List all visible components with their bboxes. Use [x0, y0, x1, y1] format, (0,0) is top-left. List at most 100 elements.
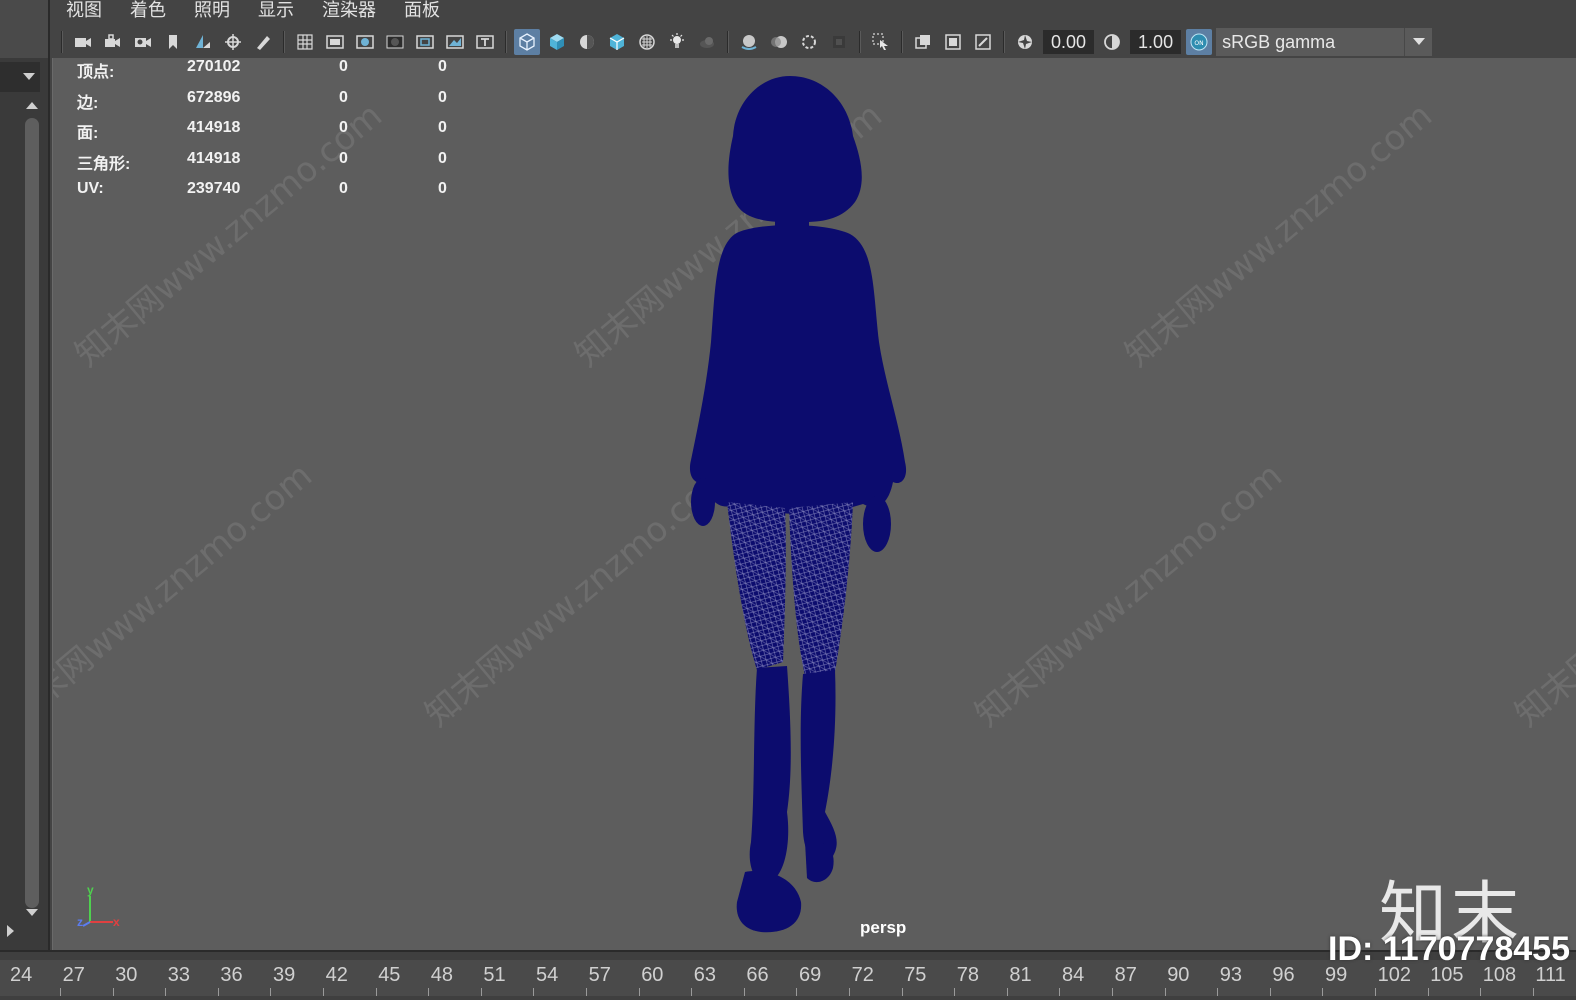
timeline-tick-label: 93 [1219, 964, 1243, 986]
asset-id-label: ID: 1170778455 [1328, 930, 1570, 968]
hud-value: 0 [339, 180, 348, 197]
hud-value: 239740 [187, 180, 241, 197]
xray-button[interactable] [910, 29, 936, 55]
hud-value: 0 [438, 58, 447, 75]
hud-row-triangles: 三角形: 414918 0 0 [77, 150, 477, 181]
field-chart-button[interactable] [412, 29, 438, 55]
camera-attributes-button[interactable] [130, 29, 156, 55]
safe-action-button[interactable] [442, 29, 468, 55]
timeline-tick-label: 60 [641, 964, 664, 986]
xray-active-components-button[interactable] [940, 29, 966, 55]
exposure-button[interactable] [1012, 29, 1038, 55]
isolate-select-button[interactable] [868, 29, 894, 55]
timeline-tick-mark [1480, 988, 1482, 996]
toolbar-separator [61, 31, 63, 53]
timeline-tick-mark [428, 988, 430, 996]
timeline-tick-label: 78 [956, 964, 980, 986]
hud-label: 边: [77, 94, 99, 112]
bookmark-button[interactable] [160, 29, 186, 55]
timeline-tick-mark [270, 988, 272, 996]
scroll-down-icon[interactable] [25, 908, 39, 918]
shaded-cube-icon [550, 34, 564, 50]
resolution-gate-button[interactable] [352, 29, 378, 55]
color-management-toggle[interactable]: ON [1186, 29, 1213, 55]
exposure-field[interactable]: 0.00 [1043, 30, 1095, 54]
timeline-tick-mark [1532, 988, 1534, 996]
expand-right-icon[interactable] [6, 924, 16, 938]
timeline-tick-mark [165, 988, 167, 996]
xray-icon [915, 35, 930, 49]
grease-pencil-button[interactable] [250, 29, 276, 55]
watermark: 知末网www.znzmo.com [1117, 95, 1440, 375]
timeline-tick-label: 27 [62, 964, 85, 986]
shadows-button[interactable] [694, 29, 720, 55]
resolution-gate-icon [356, 35, 374, 49]
image-plane-button[interactable] [190, 29, 216, 55]
timeline-tick-mark [1269, 988, 1271, 996]
timeline-tick-mark [112, 988, 114, 996]
hud-value: 414918 [187, 119, 241, 136]
timeline-tick-label: 63 [693, 964, 717, 986]
grid-toggle-button[interactable] [292, 29, 318, 55]
hud-value: 0 [438, 88, 447, 106]
hud-value: 0 [438, 119, 447, 136]
default-material-button[interactable] [574, 29, 600, 55]
timeline-tick-label: 66 [746, 964, 769, 986]
safe-title-button[interactable] [472, 29, 498, 55]
watermark: 知末网www.znzmo.com [967, 455, 1290, 735]
gamma-field[interactable]: 1.00 [1130, 30, 1182, 54]
view-transform-dropdown-arrow[interactable] [1404, 28, 1432, 56]
multisample-aa-button[interactable] [796, 29, 822, 55]
view-transform-select[interactable]: sRGB gamma [1216, 28, 1433, 56]
menu-renderer[interactable]: 渲染器 [308, 0, 390, 26]
left-scrollbar-thumb[interactable] [25, 118, 39, 908]
model-right-boot [800, 670, 837, 864]
menu-view[interactable]: 视图 [52, 0, 116, 26]
wireframe-on-shaded-button[interactable] [604, 29, 630, 55]
wireframe-character-model[interactable] [665, 72, 915, 938]
lock-camera-button[interactable] [100, 29, 126, 55]
panel-menu-bar: 视图 着色 照明 显示 渲染器 面板 [52, 0, 1576, 26]
hud-label: 三角形: [77, 155, 131, 173]
timeline-tick-mark [1112, 988, 1113, 996]
timeline-tick-mark [217, 988, 219, 996]
film-gate-button[interactable] [322, 29, 348, 55]
left-scrollbar[interactable] [22, 100, 42, 920]
hud-row-faces: 面: 414918 0 0 [77, 119, 477, 150]
smooth-shade-button[interactable] [544, 29, 570, 55]
depth-of-field-button[interactable] [826, 29, 852, 55]
left-dropdown-button[interactable] [0, 62, 40, 92]
checker-icon [639, 34, 655, 50]
screen-space-ao-button[interactable] [736, 29, 762, 55]
poly-count-hud: 顶点: 270102 0 0 边: 672896 0 0 面: 414918 0… [77, 58, 477, 211]
hud-value: 270102 [187, 58, 241, 75]
film-gate-icon [326, 35, 344, 49]
safe-action-icon [446, 35, 464, 49]
ambient-occlusion-icon [741, 35, 757, 50]
gate-mask-button[interactable] [382, 29, 408, 55]
svg-text:z: z [77, 915, 83, 929]
wireframe-button[interactable] [514, 29, 540, 55]
gamma-button[interactable] [1099, 29, 1125, 55]
timeline-tick-mark [1164, 988, 1166, 996]
timeline-tick-label: 96 [1272, 964, 1295, 986]
menu-show[interactable]: 显示 [244, 0, 308, 26]
motion-blur-button[interactable] [766, 29, 792, 55]
menu-panels[interactable]: 面板 [390, 0, 454, 26]
2d-pan-zoom-button[interactable] [220, 29, 246, 55]
scroll-up-icon[interactable] [25, 100, 39, 110]
menu-lighting[interactable]: 照明 [180, 0, 244, 26]
use-all-lights-button[interactable] [664, 29, 690, 55]
wireframe-cube-icon [519, 33, 535, 51]
menu-shading[interactable]: 着色 [116, 0, 180, 26]
pencil-icon [257, 36, 270, 50]
aperture-icon [1018, 35, 1032, 49]
textured-button[interactable] [634, 29, 660, 55]
xray-joints-button[interactable] [970, 29, 996, 55]
hud-label: 顶点: [77, 64, 115, 81]
model-left-leg [727, 502, 786, 670]
select-camera-button[interactable] [70, 29, 96, 55]
3d-viewport[interactable]: 知末网www.znzmo.com 知末网www.znzmo.com 知末网www… [52, 58, 1576, 950]
timeline-tick-label: 39 [273, 964, 296, 986]
timeline-tick-label: 54 [536, 964, 559, 986]
